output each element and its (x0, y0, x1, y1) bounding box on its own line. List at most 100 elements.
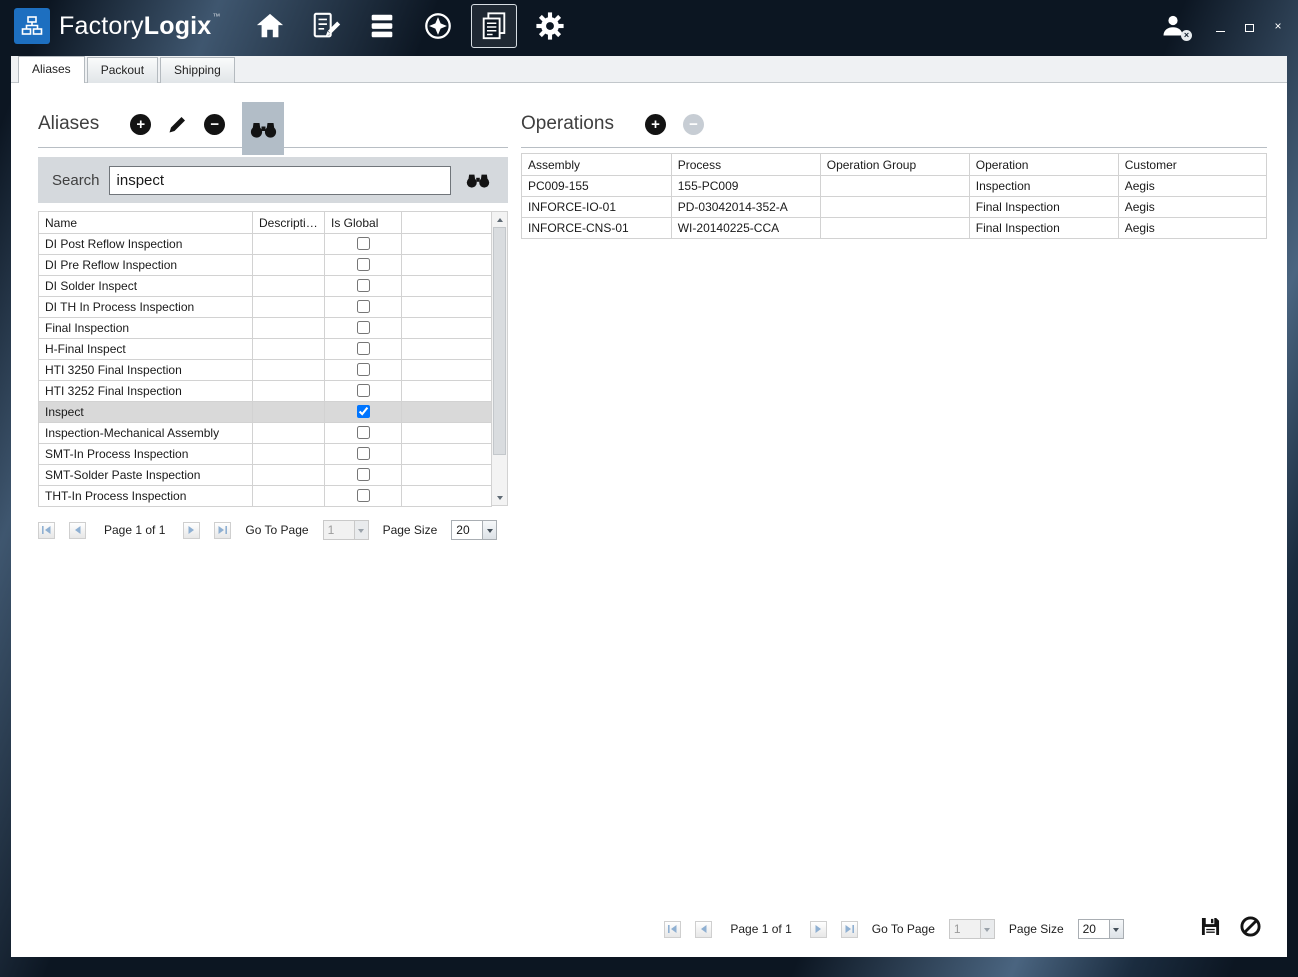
scroll-thumb[interactable] (493, 227, 506, 455)
remove-alias-button[interactable]: − (204, 114, 225, 135)
last-page-button[interactable] (841, 921, 858, 938)
is-global-checkbox[interactable] (357, 258, 370, 271)
is-global-checkbox[interactable] (357, 405, 370, 418)
alias-row[interactable]: THT-In Process Inspection (39, 486, 492, 507)
alias-description-cell[interactable] (253, 339, 325, 360)
alias-is-global-cell[interactable] (325, 402, 402, 423)
first-page-button[interactable] (664, 921, 681, 938)
search-tool-tab[interactable] (242, 102, 284, 155)
alias-empty-cell[interactable] (402, 486, 492, 507)
close-button[interactable]: × (1272, 20, 1284, 32)
tab-shipping[interactable]: Shipping (160, 57, 235, 83)
aliases-scrollbar[interactable] (492, 211, 508, 506)
alias-name-cell[interactable]: DI Solder Inspect (39, 276, 253, 297)
is-global-checkbox[interactable] (357, 279, 370, 292)
page-size-input[interactable] (452, 521, 482, 539)
prev-page-button[interactable] (69, 522, 86, 539)
alias-name-cell[interactable]: DI Post Reflow Inspection (39, 234, 253, 255)
chevron-down-icon[interactable] (980, 920, 994, 938)
alias-empty-cell[interactable] (402, 465, 492, 486)
operation-cell[interactable]: Final Inspection (969, 197, 1118, 218)
alias-empty-cell[interactable] (402, 297, 492, 318)
is-global-checkbox[interactable] (357, 447, 370, 460)
alias-description-cell[interactable] (253, 360, 325, 381)
alias-empty-cell[interactable] (402, 402, 492, 423)
alias-row[interactable]: HTI 3252 Final Inspection (39, 381, 492, 402)
column-header-description[interactable]: Description (253, 212, 325, 234)
column-header-customer[interactable]: Customer (1118, 154, 1266, 176)
alias-is-global-cell[interactable] (325, 318, 402, 339)
alias-description-cell[interactable] (253, 297, 325, 318)
column-header-name[interactable]: Name (39, 212, 253, 234)
alias-name-cell[interactable]: DI Pre Reflow Inspection (39, 255, 253, 276)
alias-name-cell[interactable]: Final Inspection (39, 318, 253, 339)
edit-alias-button[interactable] (168, 115, 187, 134)
alias-name-cell[interactable]: SMT-Solder Paste Inspection (39, 465, 253, 486)
is-global-checkbox[interactable] (357, 468, 370, 481)
assembly-cell[interactable]: INFORCE-CNS-01 (522, 218, 672, 239)
alias-row[interactable]: SMT-Solder Paste Inspection (39, 465, 492, 486)
alias-row[interactable]: Final Inspection (39, 318, 492, 339)
last-page-button[interactable] (214, 522, 231, 539)
alias-empty-cell[interactable] (402, 255, 492, 276)
scroll-track[interactable] (492, 227, 507, 490)
add-alias-button[interactable]: + (130, 114, 151, 135)
alias-name-cell[interactable]: HTI 3252 Final Inspection (39, 381, 253, 402)
is-global-checkbox[interactable] (357, 321, 370, 334)
home-icon[interactable] (247, 4, 293, 48)
alias-is-global-cell[interactable] (325, 339, 402, 360)
alias-name-cell[interactable]: HTI 3250 Final Inspection (39, 360, 253, 381)
chevron-down-icon[interactable] (354, 521, 368, 539)
alias-name-cell[interactable]: SMT-In Process Inspection (39, 444, 253, 465)
alias-name-cell[interactable]: H-Final Inspect (39, 339, 253, 360)
scroll-down-icon[interactable] (492, 490, 507, 505)
page-size-combo[interactable] (1078, 919, 1124, 939)
minimize-button[interactable] (1214, 20, 1226, 32)
is-global-checkbox[interactable] (357, 237, 370, 250)
alias-row[interactable]: DI TH In Process Inspection (39, 297, 492, 318)
process-cell[interactable]: WI-20140225-CCA (671, 218, 820, 239)
alias-name-cell[interactable]: THT-In Process Inspection (39, 486, 253, 507)
alias-empty-cell[interactable] (402, 360, 492, 381)
go-to-page-combo[interactable] (949, 919, 995, 939)
alias-row[interactable]: SMT-In Process Inspection (39, 444, 492, 465)
alias-row[interactable]: DI Post Reflow Inspection (39, 234, 492, 255)
alias-description-cell[interactable] (253, 234, 325, 255)
alias-is-global-cell[interactable] (325, 444, 402, 465)
alias-row[interactable]: Inspection-Mechanical Assembly (39, 423, 492, 444)
operation-row[interactable]: INFORCE-CNS-01WI-20140225-CCAFinal Inspe… (522, 218, 1267, 239)
operation-group-cell[interactable] (820, 218, 969, 239)
alias-description-cell[interactable] (253, 486, 325, 507)
reporting-icon[interactable] (471, 4, 517, 48)
settings-gear-icon[interactable] (527, 4, 573, 48)
alias-empty-cell[interactable] (402, 318, 492, 339)
alias-description-cell[interactable] (253, 318, 325, 339)
is-global-checkbox[interactable] (357, 342, 370, 355)
is-global-checkbox[interactable] (357, 489, 370, 502)
alias-name-cell[interactable]: Inspection-Mechanical Assembly (39, 423, 253, 444)
alias-is-global-cell[interactable] (325, 234, 402, 255)
alias-is-global-cell[interactable] (325, 360, 402, 381)
alias-name-cell[interactable]: DI TH In Process Inspection (39, 297, 253, 318)
alias-row[interactable]: DI Solder Inspect (39, 276, 492, 297)
alias-description-cell[interactable] (253, 444, 325, 465)
alias-empty-cell[interactable] (402, 381, 492, 402)
process-cell[interactable]: 155-PC009 (671, 176, 820, 197)
work-instructions-icon[interactable] (303, 4, 349, 48)
column-header-operation[interactable]: Operation (969, 154, 1118, 176)
column-header-operation-group[interactable]: Operation Group (820, 154, 969, 176)
alias-empty-cell[interactable] (402, 444, 492, 465)
operation-group-cell[interactable] (820, 197, 969, 218)
materials-icon[interactable] (359, 4, 405, 48)
next-page-button[interactable] (183, 522, 200, 539)
maximize-button[interactable] (1243, 20, 1255, 32)
alias-empty-cell[interactable] (402, 234, 492, 255)
add-operation-button[interactable]: + (645, 114, 666, 135)
assembly-cell[interactable]: INFORCE-IO-01 (522, 197, 672, 218)
search-input[interactable] (109, 166, 451, 195)
alias-is-global-cell[interactable] (325, 423, 402, 444)
alias-is-global-cell[interactable] (325, 276, 402, 297)
go-to-page-input[interactable] (324, 521, 354, 539)
customer-cell[interactable]: Aegis (1118, 218, 1266, 239)
cancel-button[interactable] (1240, 916, 1261, 942)
